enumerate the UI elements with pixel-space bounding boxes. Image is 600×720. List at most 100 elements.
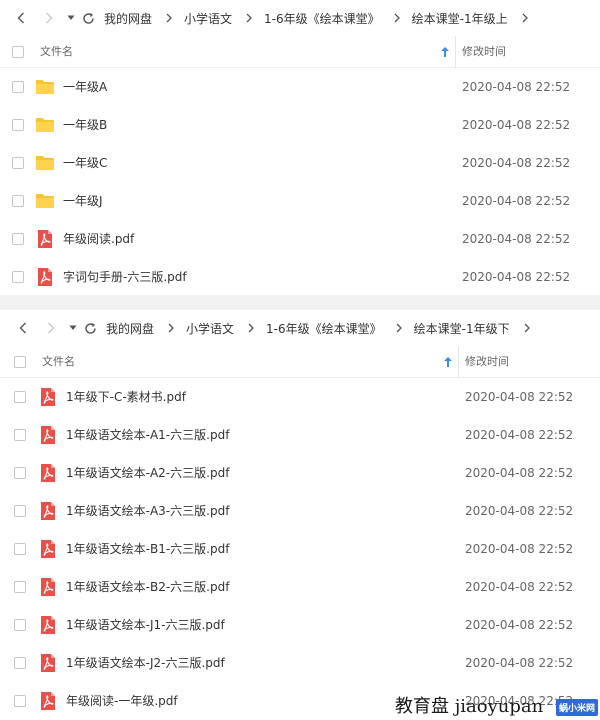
chevron-right-icon[interactable]: [524, 323, 530, 333]
file-name[interactable]: 年级阅读-一年级.pdf: [66, 682, 178, 720]
file-name[interactable]: 年级阅读.pdf: [63, 220, 134, 258]
file-row[interactable]: 1年级语文绘本-B1-六三版.pdf 2020-04-08 22:52: [0, 530, 600, 568]
watermark-text: 教育盘 jiaoyupan: [395, 696, 544, 717]
pdf-file-icon: [38, 615, 58, 635]
back-arrow-icon[interactable]: [10, 0, 32, 36]
file-row[interactable]: 一年级J 2020-04-08 22:52: [0, 182, 600, 220]
row-checkbox[interactable]: [14, 657, 26, 669]
breadcrumb-item[interactable]: 我的网盘: [106, 320, 154, 337]
breadcrumb-item[interactable]: 小学语文: [186, 320, 234, 337]
file-list: 一年级A 2020-04-08 22:52 一年级B 2020-04-08 22:52…: [0, 68, 600, 296]
file-modified-time: 2020-04-08 22:52: [462, 156, 571, 170]
column-header-modified[interactable]: 修改时间: [465, 346, 509, 378]
file-name[interactable]: 1年级语文绘本-B1-六三版.pdf: [66, 530, 229, 568]
pdf-file-icon: [35, 229, 55, 249]
column-header-modified[interactable]: 修改时间: [462, 36, 506, 68]
file-modified-time: 2020-04-08 22:52: [465, 390, 574, 404]
file-row[interactable]: 一年级C 2020-04-08 22:52: [0, 144, 600, 182]
breadcrumb-item[interactable]: 1-6年级《绘本课堂》: [266, 320, 382, 337]
pdf-file-icon: [38, 425, 58, 445]
row-checkbox[interactable]: [14, 581, 26, 593]
history-dropdown-icon[interactable]: [66, 310, 80, 346]
history-dropdown-icon[interactable]: [64, 0, 78, 36]
pdf-file-icon: [38, 501, 58, 521]
chevron-right-icon: [248, 323, 254, 333]
pdf-file-icon: [38, 539, 58, 559]
chevron-right-icon[interactable]: [522, 13, 528, 23]
row-checkbox[interactable]: [12, 233, 24, 245]
file-name[interactable]: 1年级语文绘本-A1-六三版.pdf: [66, 416, 229, 454]
file-row[interactable]: 1年级语文绘本-A3-六三版.pdf 2020-04-08 22:52: [0, 492, 600, 530]
pdf-file-icon: [38, 463, 58, 483]
row-checkbox[interactable]: [14, 467, 26, 479]
breadcrumb-item[interactable]: 小学语文: [184, 10, 232, 27]
breadcrumb-item-current[interactable]: 绘本课堂-1年级上: [412, 10, 508, 27]
column-header-name[interactable]: 文件名: [40, 36, 73, 68]
file-modified-time: 2020-04-08 22:52: [462, 270, 571, 284]
folder-icon: [35, 153, 55, 173]
row-checkbox[interactable]: [14, 543, 26, 555]
select-all-checkbox[interactable]: [12, 46, 24, 58]
file-row[interactable]: 1年级语文绘本-J1-六三版.pdf 2020-04-08 22:52: [0, 606, 600, 644]
file-name[interactable]: 1年级语文绘本-A2-六三版.pdf: [66, 454, 229, 492]
row-checkbox[interactable]: [12, 81, 24, 93]
select-all-checkbox[interactable]: [14, 356, 26, 368]
file-modified-time: 2020-04-08 22:52: [465, 656, 574, 670]
refresh-icon[interactable]: [82, 310, 98, 346]
row-checkbox[interactable]: [14, 505, 26, 517]
file-row[interactable]: 一年级B 2020-04-08 22:52: [0, 106, 600, 144]
row-checkbox[interactable]: [12, 271, 24, 283]
forward-arrow-icon[interactable]: [38, 0, 60, 36]
file-name[interactable]: 1年级语文绘本-J2-六三版.pdf: [66, 644, 225, 682]
row-checkbox[interactable]: [12, 195, 24, 207]
file-row[interactable]: 1年级语文绘本-A2-六三版.pdf 2020-04-08 22:52: [0, 454, 600, 492]
file-modified-time: 2020-04-08 22:52: [462, 118, 571, 132]
breadcrumb: 我的网盘 小学语文 1-6年级《绘本课堂》 绘本课堂-1年级上: [104, 10, 540, 27]
folder-icon: [35, 115, 55, 135]
file-row[interactable]: 1年级语文绘本-A1-六三版.pdf 2020-04-08 22:52: [0, 416, 600, 454]
column-divider[interactable]: [458, 346, 459, 378]
file-row[interactable]: 一年级A 2020-04-08 22:52: [0, 68, 600, 106]
folder-icon: [35, 191, 55, 211]
file-name[interactable]: 一年级B: [63, 106, 107, 144]
chevron-right-icon: [394, 13, 400, 23]
folder-icon: [35, 77, 55, 97]
file-name[interactable]: 一年级A: [63, 68, 107, 106]
sort-ascending-icon[interactable]: [443, 356, 453, 368]
file-name[interactable]: 一年级C: [63, 144, 107, 182]
file-row[interactable]: 1年级下-C-素材书.pdf 2020-04-08 22:52: [0, 378, 600, 416]
forward-arrow-icon[interactable]: [40, 310, 62, 346]
file-name[interactable]: 1年级语文绘本-B2-六三版.pdf: [66, 568, 229, 606]
row-checkbox[interactable]: [14, 391, 26, 403]
back-arrow-icon[interactable]: [12, 310, 34, 346]
file-row[interactable]: 年级阅读.pdf 2020-04-08 22:52: [0, 220, 600, 258]
file-row[interactable]: 1年级语文绘本-B2-六三版.pdf 2020-04-08 22:52: [0, 568, 600, 606]
breadcrumb-item[interactable]: 1-6年级《绘本课堂》: [264, 10, 380, 27]
row-checkbox[interactable]: [14, 429, 26, 441]
pdf-file-icon: [38, 653, 58, 673]
file-name[interactable]: 1年级语文绘本-A3-六三版.pdf: [66, 492, 229, 530]
file-row[interactable]: 字词句手册-六三版.pdf 2020-04-08 22:52: [0, 258, 600, 296]
row-checkbox[interactable]: [14, 619, 26, 631]
file-row[interactable]: 1年级语文绘本-J2-六三版.pdf 2020-04-08 22:52: [0, 644, 600, 682]
refresh-icon[interactable]: [80, 0, 96, 36]
breadcrumb: 我的网盘 小学语文 1-6年级《绘本课堂》 绘本课堂-1年级下: [106, 320, 542, 337]
breadcrumb-item-current[interactable]: 绘本课堂-1年级下: [414, 320, 510, 337]
column-header-name[interactable]: 文件名: [42, 346, 75, 378]
sort-ascending-icon[interactable]: [440, 46, 450, 58]
row-checkbox[interactable]: [12, 157, 24, 169]
file-list-header: 文件名 修改时间: [0, 36, 600, 68]
file-browser-panel-1: 我的网盘 小学语文 1-6年级《绘本课堂》 绘本课堂-1年级上 文件名 修改时间…: [0, 0, 600, 296]
column-divider[interactable]: [455, 36, 456, 68]
pdf-file-icon: [38, 387, 58, 407]
row-checkbox[interactable]: [12, 119, 24, 131]
breadcrumb-item[interactable]: 我的网盘: [104, 10, 152, 27]
pdf-file-icon: [38, 577, 58, 597]
file-modified-time: 2020-04-08 22:52: [462, 194, 571, 208]
file-name[interactable]: 一年级J: [63, 182, 103, 220]
row-checkbox[interactable]: [14, 695, 26, 707]
file-name[interactable]: 1年级下-C-素材书.pdf: [66, 378, 186, 416]
file-name[interactable]: 字词句手册-六三版.pdf: [63, 258, 187, 296]
file-name[interactable]: 1年级语文绘本-J1-六三版.pdf: [66, 606, 225, 644]
pdf-file-icon: [35, 267, 55, 287]
